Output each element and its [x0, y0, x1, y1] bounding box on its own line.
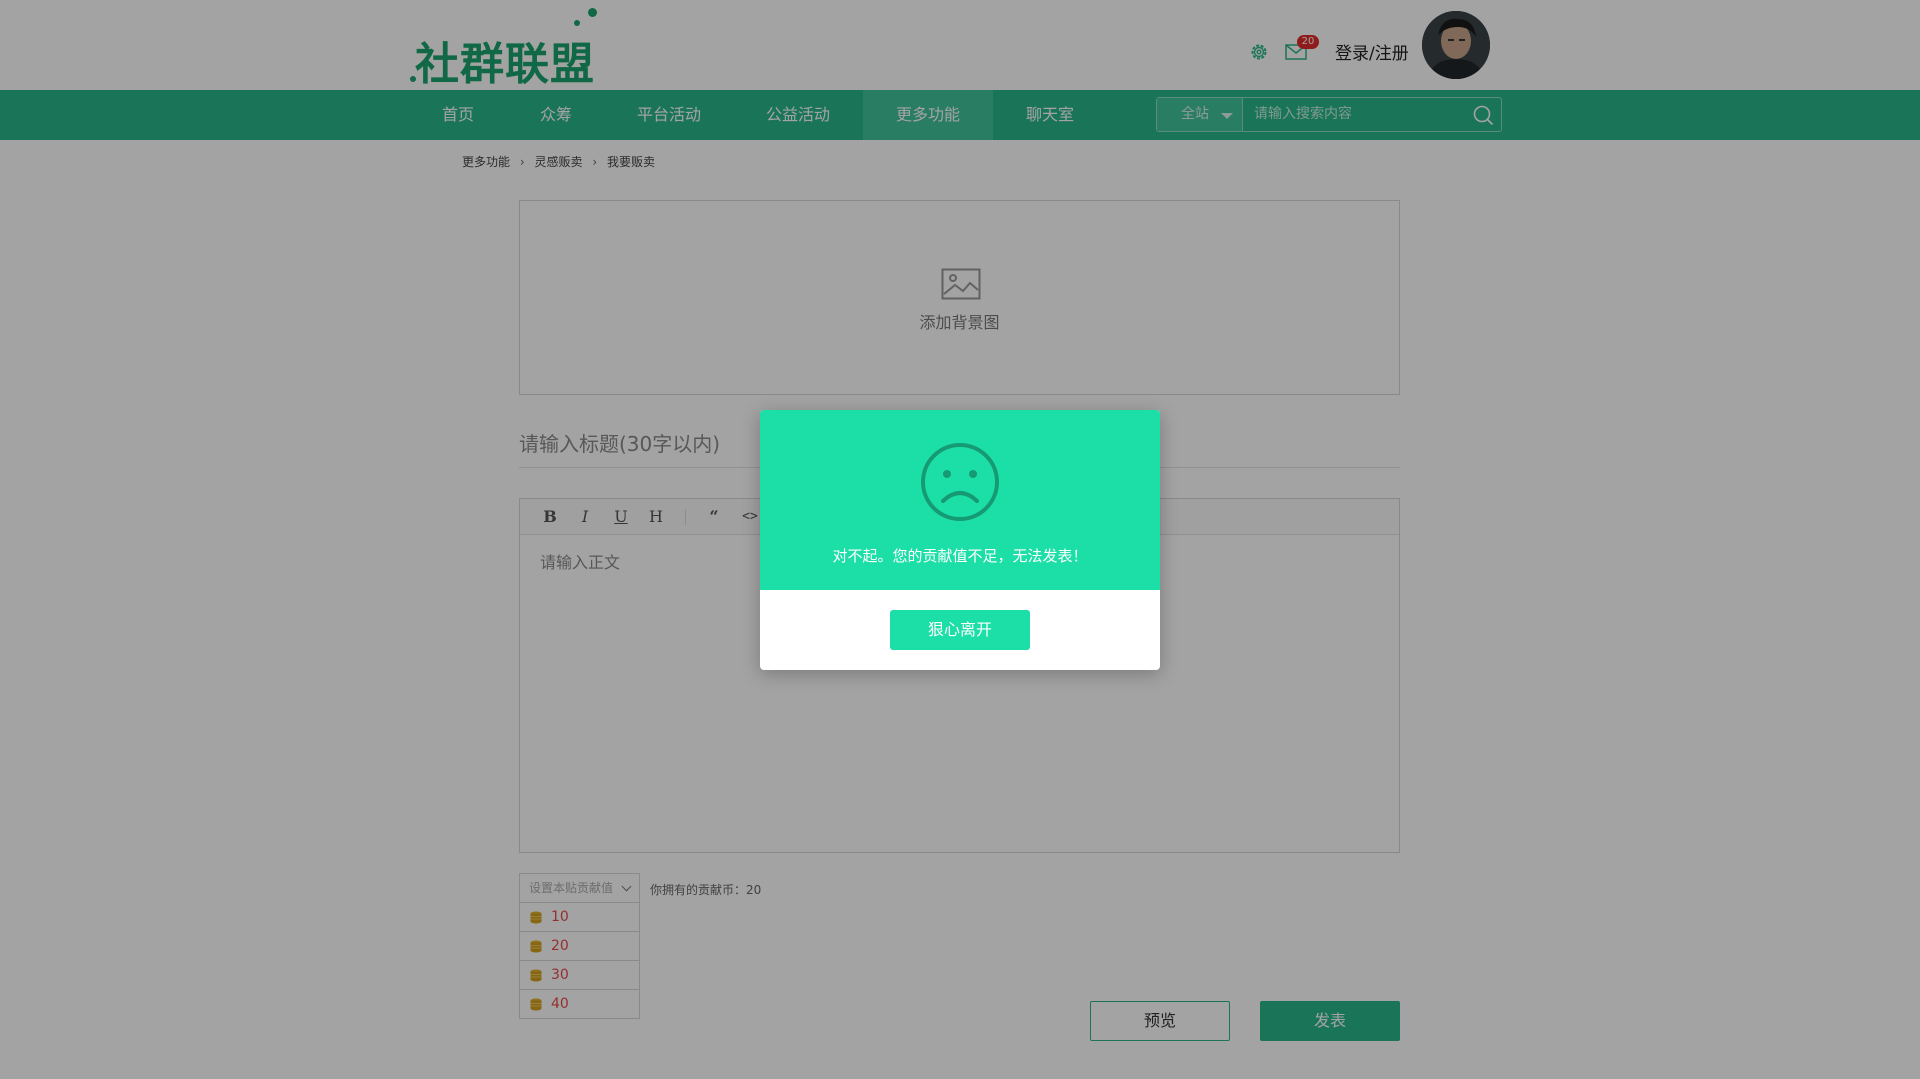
sad-face-icon: [921, 443, 999, 521]
insufficient-contribution-dialog: 对不起。您的贡献值不足，无法发表！ 狠心离开: [760, 410, 1160, 670]
dialog-header: 对不起。您的贡献值不足，无法发表！: [760, 410, 1160, 590]
leave-button[interactable]: 狠心离开: [890, 610, 1030, 650]
dialog-message: 对不起。您的贡献值不足，无法发表！: [832, 547, 1088, 565]
